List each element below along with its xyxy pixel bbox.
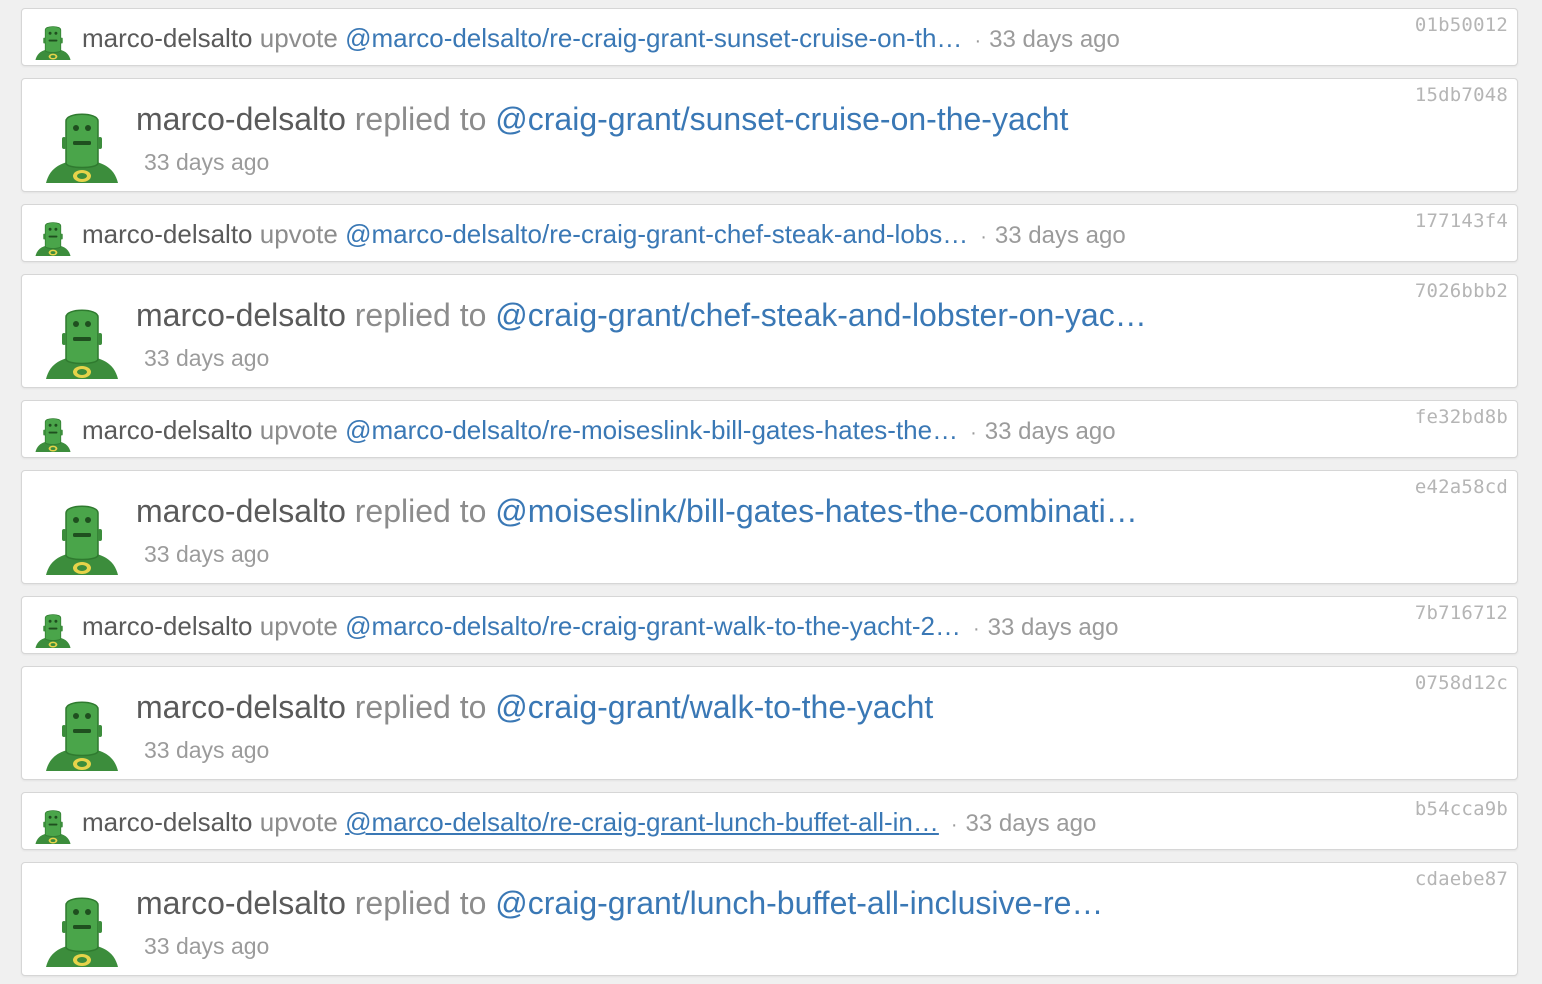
robot-avatar-icon[interactable] bbox=[33, 220, 73, 256]
robot-avatar-icon[interactable] bbox=[42, 305, 122, 379]
separator-dot: · bbox=[950, 814, 958, 836]
activity-line: marco-delsalto replied to @craig-grant/w… bbox=[136, 688, 933, 726]
activity-verb: upvote bbox=[259, 415, 338, 445]
post-link[interactable]: @craig-grant/lunch-buffet-all-inclusive-… bbox=[495, 885, 1103, 921]
reply-activity-card: marco-delsalto replied to @craig-grant/w… bbox=[21, 666, 1518, 780]
username-link[interactable]: marco-delsalto bbox=[82, 415, 253, 445]
activity-line: marco-delsalto upvote @marco-delsalto/re… bbox=[82, 218, 1126, 253]
separator-dot: · bbox=[972, 618, 980, 640]
transaction-hash: e42a58cd bbox=[1414, 476, 1508, 498]
activity-verb: replied to bbox=[354, 689, 487, 725]
activity-line: marco-delsalto replied to @moiseslink/bi… bbox=[136, 492, 1138, 530]
activity-line: marco-delsalto replied to @craig-grant/s… bbox=[136, 100, 1068, 138]
upvote-activity-card: marco-delsalto upvote @marco-delsalto/re… bbox=[21, 792, 1518, 850]
robot-avatar-icon[interactable] bbox=[42, 109, 122, 183]
activity-line: marco-delsalto replied to @craig-grant/l… bbox=[136, 884, 1103, 922]
timestamp: 33 days ago bbox=[965, 810, 1097, 837]
transaction-hash: 0758d12c bbox=[1414, 672, 1508, 694]
upvote-activity-card: marco-delsalto upvote @marco-delsalto/re… bbox=[21, 204, 1518, 262]
activity-line: marco-delsalto upvote @marco-delsalto/re… bbox=[82, 22, 1120, 57]
transaction-hash: 01b50012 bbox=[1414, 14, 1508, 36]
activity-verb: replied to bbox=[354, 297, 487, 333]
transaction-hash: b54cca9b bbox=[1414, 798, 1508, 820]
activity-verb: upvote bbox=[259, 219, 338, 249]
activity-verb: upvote bbox=[259, 23, 338, 53]
activity-line: marco-delsalto replied to @craig-grant/c… bbox=[136, 296, 1147, 334]
upvote-activity-card: marco-delsalto upvote @marco-delsalto/re… bbox=[21, 596, 1518, 654]
robot-avatar-icon[interactable] bbox=[33, 808, 73, 844]
transaction-hash: cdaebe87 bbox=[1414, 868, 1508, 890]
timestamp: 33 days ago bbox=[984, 418, 1116, 445]
post-link[interactable]: @craig-grant/chef-steak-and-lobster-on-y… bbox=[495, 297, 1146, 333]
transaction-hash: 177143f4 bbox=[1414, 210, 1508, 232]
transaction-hash: 7026bbb2 bbox=[1414, 280, 1508, 302]
transaction-hash: 15db7048 bbox=[1414, 84, 1508, 106]
reply-activity-card: marco-delsalto replied to @craig-grant/s… bbox=[21, 78, 1518, 192]
username-link[interactable]: marco-delsalto bbox=[136, 101, 346, 137]
robot-avatar-icon[interactable] bbox=[33, 416, 73, 452]
timestamp: 33 days ago bbox=[144, 737, 270, 763]
upvote-activity-card: marco-delsalto upvote @marco-delsalto/re… bbox=[21, 8, 1518, 66]
separator-dot: · bbox=[974, 30, 982, 52]
timestamp: 33 days ago bbox=[144, 541, 270, 567]
reply-activity-card: marco-delsalto replied to @craig-grant/c… bbox=[21, 274, 1518, 388]
timestamp: 33 days ago bbox=[989, 26, 1120, 53]
username-link[interactable]: marco-delsalto bbox=[82, 219, 253, 249]
activity-verb: replied to bbox=[354, 885, 487, 921]
reply-activity-card: marco-delsalto replied to @craig-grant/l… bbox=[21, 862, 1518, 976]
username-link[interactable]: marco-delsalto bbox=[82, 807, 253, 837]
post-link[interactable]: @marco-delsalto/re-craig-grant-walk-to-t… bbox=[345, 611, 961, 641]
timestamp: 33 days ago bbox=[144, 345, 270, 371]
transaction-hash: 7b716712 bbox=[1414, 602, 1508, 624]
robot-avatar-icon[interactable] bbox=[42, 697, 122, 771]
separator-dot: · bbox=[970, 422, 977, 444]
activity-line: marco-delsalto upvote @marco-delsalto/re… bbox=[82, 806, 1096, 841]
post-link[interactable]: @marco-delsalto/re-craig-grant-lunch-buf… bbox=[345, 807, 939, 837]
timestamp: 33 days ago bbox=[994, 222, 1126, 249]
activity-verb: upvote bbox=[259, 807, 338, 837]
activity-line: marco-delsalto upvote @marco-delsalto/re… bbox=[82, 414, 1116, 449]
activity-line: marco-delsalto upvote @marco-delsalto/re… bbox=[82, 610, 1118, 645]
post-link[interactable]: @moiseslink/bill-gates-hates-the-combina… bbox=[495, 493, 1138, 529]
post-link[interactable]: @craig-grant/walk-to-the-yacht bbox=[495, 689, 933, 725]
username-link[interactable]: marco-delsalto bbox=[82, 23, 253, 53]
reply-activity-card: marco-delsalto replied to @moiseslink/bi… bbox=[21, 470, 1518, 584]
timestamp: 33 days ago bbox=[987, 614, 1119, 641]
timestamp: 33 days ago bbox=[144, 149, 270, 175]
post-link[interactable]: @craig-grant/sunset-cruise-on-the-yacht bbox=[495, 101, 1068, 137]
activity-verb: replied to bbox=[354, 101, 487, 137]
username-link[interactable]: marco-delsalto bbox=[136, 689, 346, 725]
robot-avatar-icon[interactable] bbox=[42, 501, 122, 575]
transaction-hash: fe32bd8b bbox=[1414, 406, 1508, 428]
username-link[interactable]: marco-delsalto bbox=[136, 885, 346, 921]
robot-avatar-icon[interactable] bbox=[33, 612, 73, 648]
upvote-activity-card: marco-delsalto upvote @marco-delsalto/re… bbox=[21, 400, 1518, 458]
activity-verb: replied to bbox=[354, 493, 487, 529]
activity-verb: upvote bbox=[259, 611, 338, 641]
username-link[interactable]: marco-delsalto bbox=[82, 611, 253, 641]
post-link[interactable]: @marco-delsalto/re-moiseslink-bill-gates… bbox=[345, 415, 958, 445]
robot-avatar-icon[interactable] bbox=[33, 24, 73, 60]
separator-dot: · bbox=[980, 226, 987, 248]
post-link[interactable]: @marco-delsalto/re-craig-grant-chef-stea… bbox=[345, 219, 968, 249]
username-link[interactable]: marco-delsalto bbox=[136, 493, 346, 529]
post-link[interactable]: @marco-delsalto/re-craig-grant-sunset-cr… bbox=[345, 23, 962, 53]
timestamp: 33 days ago bbox=[144, 933, 270, 959]
robot-avatar-icon[interactable] bbox=[42, 893, 122, 967]
username-link[interactable]: marco-delsalto bbox=[136, 297, 346, 333]
